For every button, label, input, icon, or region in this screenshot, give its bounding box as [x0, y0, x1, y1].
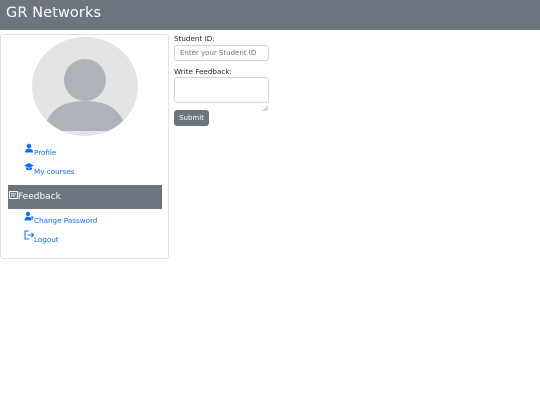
user-placeholder-icon — [44, 59, 126, 131]
feedback-textarea[interactable] — [174, 77, 269, 103]
avatar — [32, 37, 138, 136]
sidebar-item-feedback[interactable]: Feedback — [8, 185, 162, 209]
sidebar-item-label: My courses — [34, 167, 75, 176]
sidebar-item-profile[interactable]: Profile — [24, 143, 56, 157]
sidebar-item-label: Logout — [34, 235, 59, 244]
sidebar-item-my-courses[interactable]: My courses — [24, 162, 75, 176]
sidebar: Profile My courses Feedback Change Passw… — [0, 34, 169, 259]
navbar-brand[interactable]: GR Networks — [6, 5, 101, 22]
sidebar-item-change-password[interactable]: Change Password — [24, 211, 97, 225]
student-id-label: Student ID: — [174, 34, 215, 43]
logout-icon — [24, 230, 35, 240]
sidebar-item-label: Change Password — [34, 216, 98, 225]
sidebar-item-logout[interactable]: Logout — [24, 230, 59, 244]
user-icon — [24, 143, 34, 153]
resize-handle-icon[interactable] — [262, 96, 269, 112]
graduation-cap-icon — [24, 162, 34, 172]
message-icon — [9, 190, 18, 200]
sidebar-item-label: Profile — [34, 148, 57, 157]
feedback-label: Write Feedback: — [174, 67, 232, 76]
sidebar-item-label: Feedback — [18, 191, 61, 202]
submit-button[interactable]: Submit — [174, 110, 209, 126]
top-navbar: GR Networks — [0, 0, 540, 30]
student-id-input[interactable] — [174, 45, 269, 61]
user-key-icon — [24, 211, 34, 221]
